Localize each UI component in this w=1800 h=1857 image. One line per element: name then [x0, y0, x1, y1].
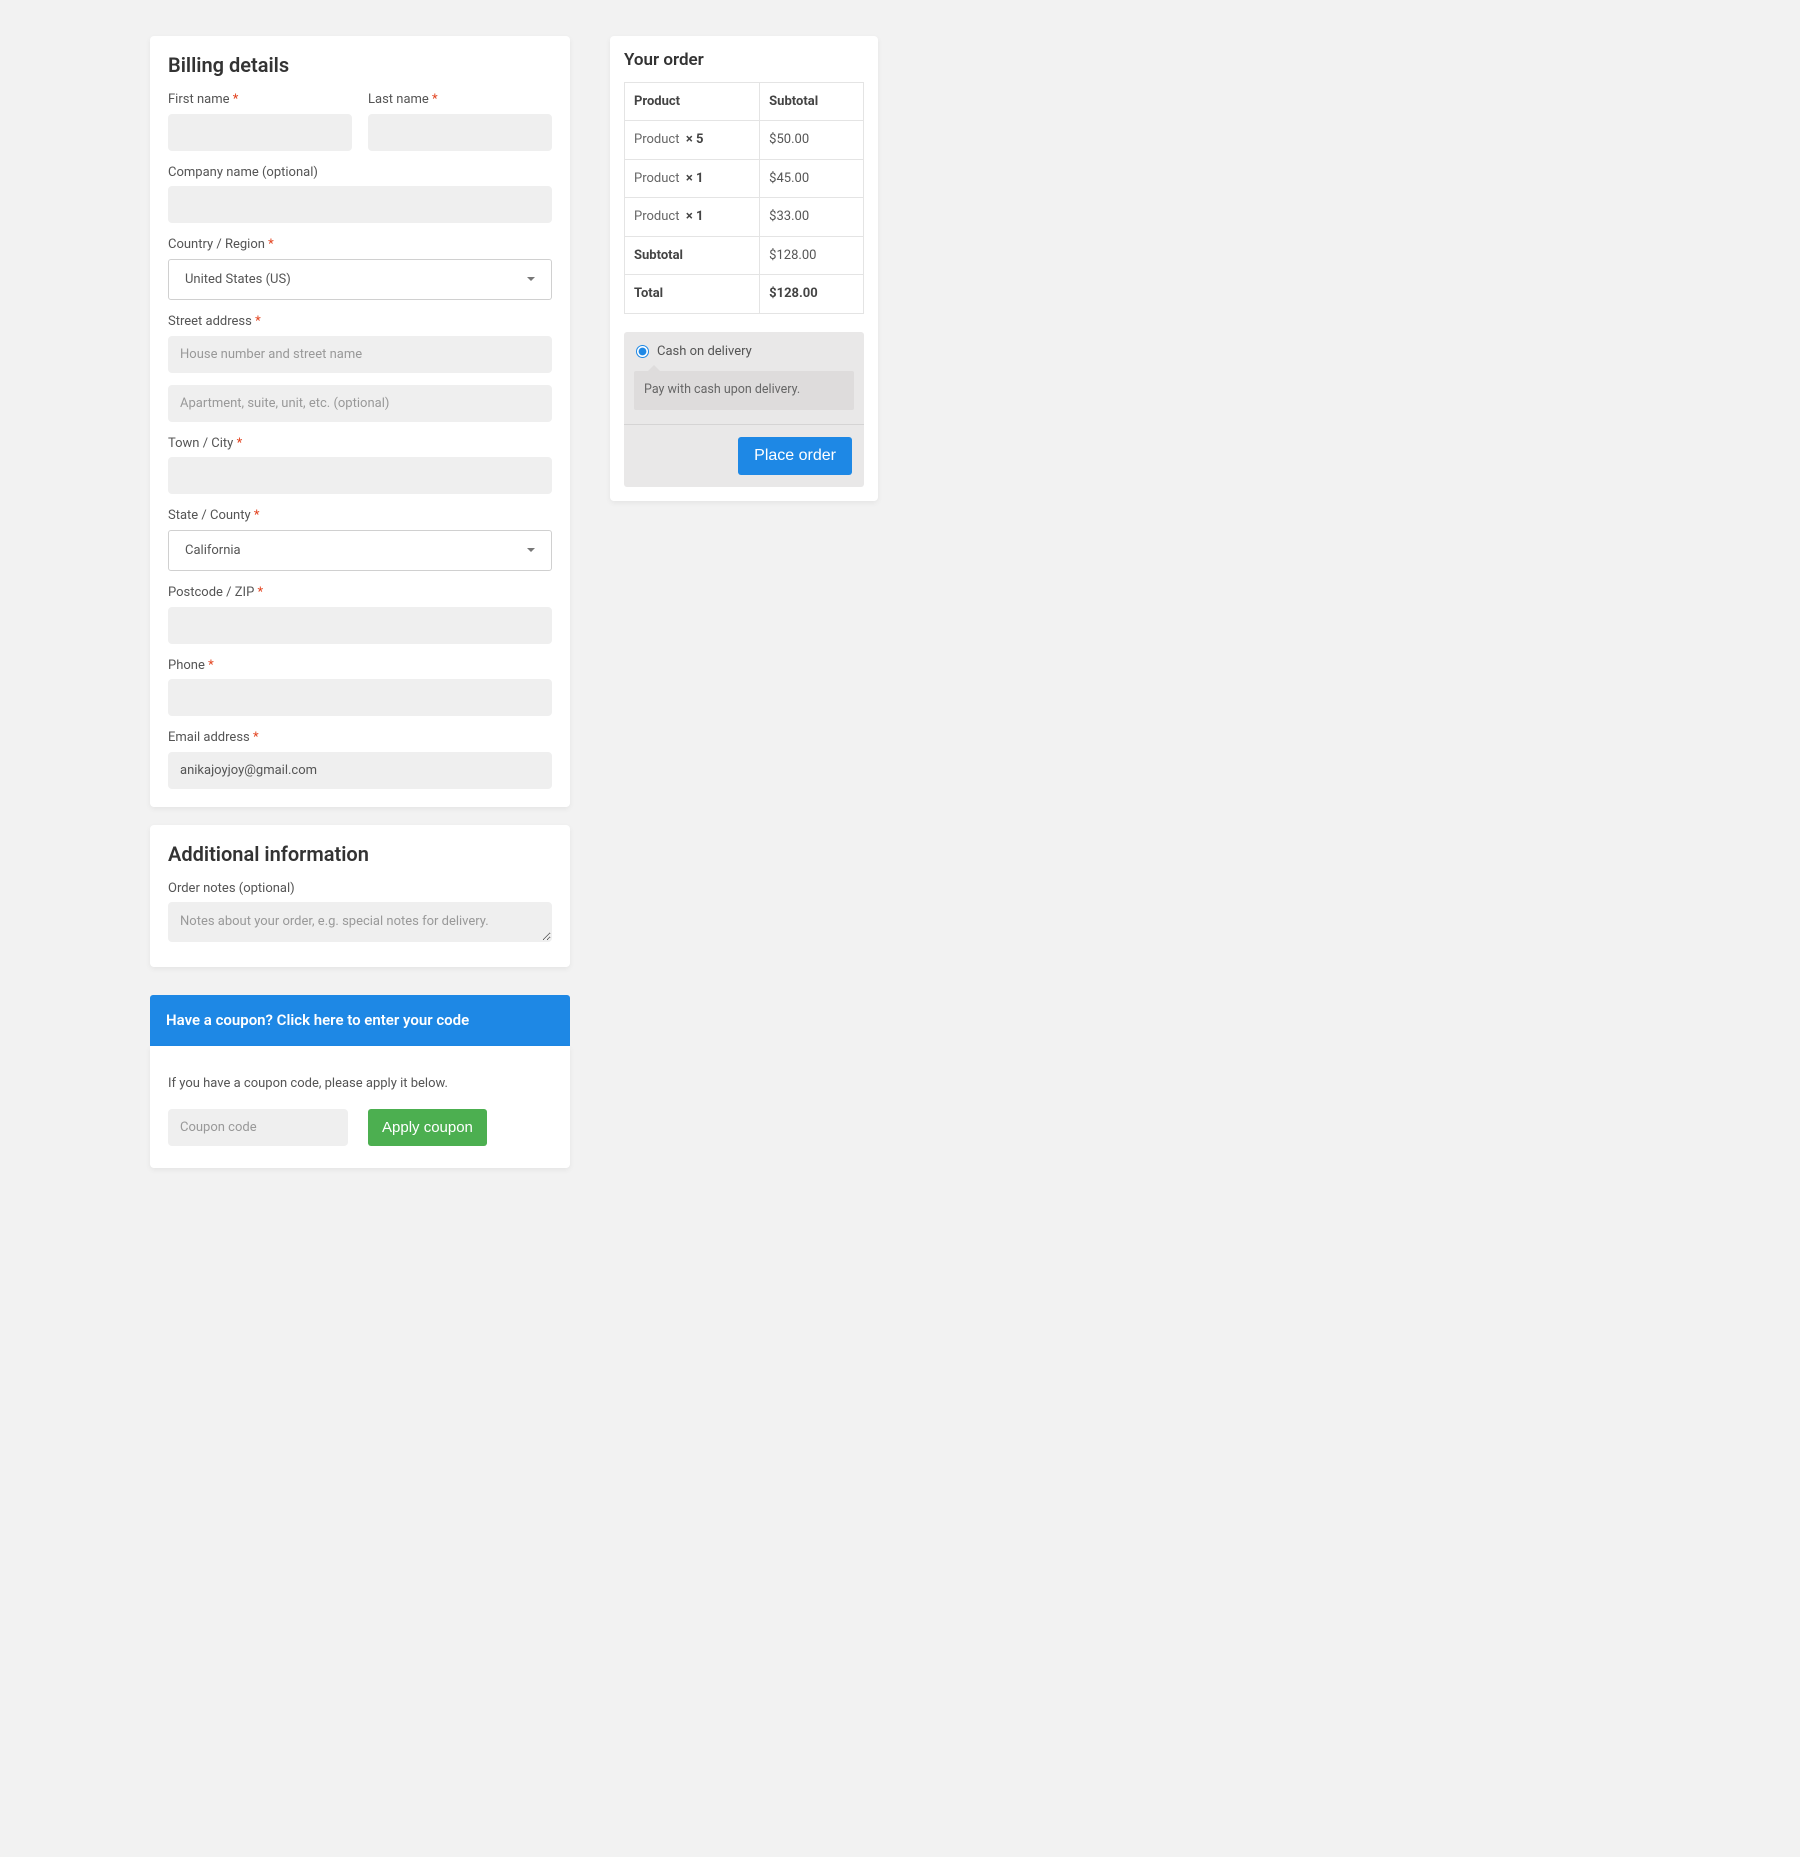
order-col-product: Product [625, 82, 760, 121]
street-address-input[interactable] [168, 336, 552, 373]
place-order-button[interactable]: Place order [738, 437, 852, 475]
city-input[interactable] [168, 457, 552, 494]
phone-label: Phone * [168, 656, 552, 676]
order-item-row: Product × 5 $50.00 [625, 121, 864, 160]
order-subtotal-row: Subtotal $128.00 [625, 236, 864, 275]
email-label: Email address * [168, 728, 552, 748]
billing-card: Billing details First name * Last name *… [150, 36, 570, 807]
last-name-label: Last name * [368, 90, 552, 110]
postcode-label: Postcode / ZIP * [168, 583, 552, 603]
chevron-down-icon [527, 548, 535, 552]
order-card: Your order Product Subtotal Product × 5 … [610, 36, 878, 501]
state-select[interactable]: California [168, 530, 552, 572]
country-select[interactable]: United States (US) [168, 259, 552, 301]
order-notes-label: Order notes (optional) [168, 879, 552, 899]
order-item-row: Product × 1 $33.00 [625, 198, 864, 237]
coupon-body: If you have a coupon code, please apply … [150, 1046, 570, 1169]
payment-method-label: Cash on delivery [657, 342, 752, 362]
order-table: Product Subtotal Product × 5 $50.00 Prod… [624, 82, 864, 314]
chevron-down-icon [527, 277, 535, 281]
company-label: Company name (optional) [168, 163, 552, 183]
coupon-instruction: If you have a coupon code, please apply … [168, 1074, 552, 1094]
payment-method-description: Pay with cash upon delivery. [634, 371, 854, 410]
order-title: Your order [624, 48, 864, 74]
additional-title: Additional information [168, 839, 552, 869]
order-total-row: Total $128.00 [625, 275, 864, 314]
country-value: United States (US) [185, 270, 291, 290]
last-name-input[interactable] [368, 114, 552, 151]
coupon-banner[interactable]: Have a coupon? Click here to enter your … [150, 995, 570, 1046]
state-label: State / County * [168, 506, 552, 526]
billing-title: Billing details [168, 50, 552, 80]
state-value: California [185, 541, 241, 561]
order-item-row: Product × 1 $45.00 [625, 159, 864, 198]
first-name-input[interactable] [168, 114, 352, 151]
payment-box: Cash on delivery Pay with cash upon deli… [624, 332, 864, 487]
email-input[interactable] [168, 752, 552, 789]
first-name-label: First name * [168, 90, 352, 110]
street-address-2-input[interactable] [168, 385, 552, 422]
country-label: Country / Region * [168, 235, 552, 255]
order-col-subtotal: Subtotal [760, 82, 864, 121]
company-input[interactable] [168, 186, 552, 223]
payment-method-radio[interactable] [636, 345, 649, 358]
order-notes-textarea[interactable] [168, 902, 552, 942]
street-label: Street address * [168, 312, 552, 332]
city-label: Town / City * [168, 434, 552, 454]
additional-card: Additional information Order notes (opti… [150, 825, 570, 968]
postcode-input[interactable] [168, 607, 552, 644]
phone-input[interactable] [168, 679, 552, 716]
coupon-code-input[interactable] [168, 1109, 348, 1146]
apply-coupon-button[interactable]: Apply coupon [368, 1109, 487, 1146]
